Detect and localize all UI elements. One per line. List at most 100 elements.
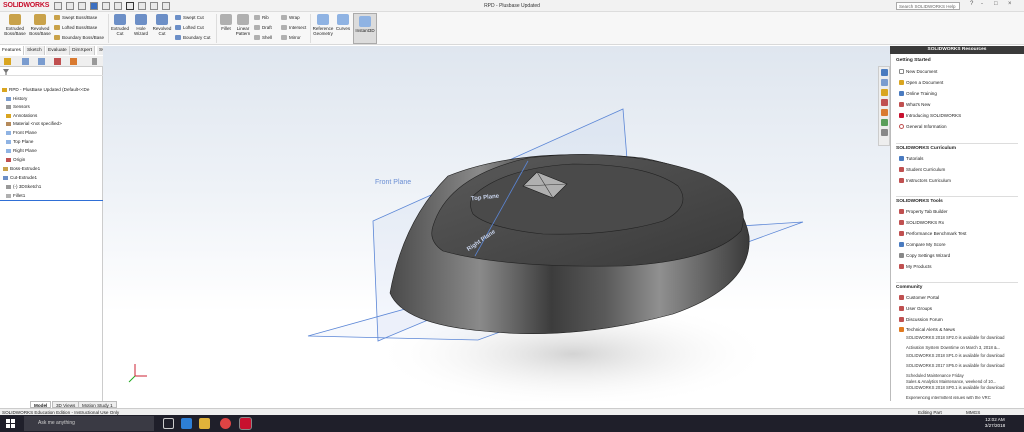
hole-wizard-button[interactable]: Hole Wizard — [131, 14, 151, 36]
link-user-groups[interactable]: User Groups — [899, 306, 932, 312]
news-item[interactable]: Activation System Downtime on March 3, 2… — [906, 345, 1014, 351]
mirror-button[interactable]: Mirror — [281, 35, 301, 41]
expand-arrow-icon[interactable] — [92, 58, 97, 65]
tab-sketch[interactable]: Sketch — [25, 46, 45, 55]
tab-3d-views[interactable]: 3D Views — [52, 401, 80, 408]
link-discussion-forum[interactable]: Discussion Forum — [899, 317, 943, 323]
shell-button[interactable]: Shell — [254, 35, 272, 41]
view-palette-icon[interactable] — [881, 99, 888, 106]
instant3d-button[interactable]: Instant3D — [353, 13, 377, 44]
tree-item-history[interactable]: History — [6, 96, 27, 101]
cortana-search-input[interactable]: Ask me anything — [24, 416, 154, 431]
tree-item-annotations[interactable]: Annotations — [6, 113, 37, 118]
news-item[interactable]: SOLIDWORKS 2017 SP5.0 is available for d… — [906, 363, 1014, 369]
minimize-button[interactable]: - — [981, 1, 983, 7]
tree-item-material[interactable]: Material <not specified> — [6, 121, 62, 126]
extruded-cut-button[interactable]: Extruded Cut — [110, 14, 130, 36]
chrome-icon[interactable] — [220, 418, 231, 429]
tree-item-3dsketch1[interactable]: (-) 3DSketch1 — [6, 184, 41, 189]
swept-boss-button[interactable]: Swept Boss/Base — [54, 15, 97, 21]
forum-icon[interactable] — [881, 129, 888, 136]
tree-item-fillet1[interactable]: Fillet1 — [6, 193, 25, 198]
reference-geometry-button[interactable]: Reference Geometry — [312, 14, 334, 36]
link-online-training[interactable]: Online Training — [899, 91, 937, 97]
tree-item-cut-extrude1[interactable]: Cut-Extrude1 — [3, 175, 37, 180]
rib-button[interactable]: Rib — [254, 15, 269, 21]
wrap-button[interactable]: Wrap — [281, 15, 300, 21]
news-item[interactable]: SOLIDWORKS 2018 SP2.0 is available for d… — [906, 335, 1014, 341]
revolved-boss-button[interactable]: Revolved Boss/Base — [28, 14, 52, 36]
link-technical-alerts[interactable]: Technical Alerts & News — [899, 327, 955, 333]
feature-tree-icon[interactable] — [4, 58, 11, 65]
tree-item-origin[interactable]: Origin — [6, 157, 25, 162]
tab-features[interactable]: Features — [0, 46, 24, 55]
property-manager-icon[interactable] — [22, 58, 29, 65]
system-clock[interactable]: 12:02 AM 3/27/2018 — [975, 417, 1015, 429]
boundary-cut-button[interactable]: Boundary Cut — [175, 35, 211, 41]
link-instructors-curriculum[interactable]: Instructors Curriculum — [899, 178, 951, 184]
revolved-cut-button[interactable]: Revolved Cut — [151, 14, 173, 36]
dimxpert-manager-icon[interactable] — [54, 58, 61, 65]
link-whats-new[interactable]: What's New — [899, 102, 930, 108]
tab-evaluate[interactable]: Evaluate — [46, 46, 70, 55]
configuration-manager-icon[interactable] — [38, 58, 45, 65]
lofted-boss-button[interactable]: Lofted Boss/Base — [54, 25, 97, 31]
link-solidworks-rx[interactable]: SOLIDWORKS Rx — [899, 220, 944, 226]
news-item[interactable]: Experiencing intermittent issues with th… — [906, 396, 1014, 401]
file-explorer-icon[interactable] — [881, 89, 888, 96]
filter-icon[interactable] — [3, 69, 9, 75]
home-icon[interactable] — [881, 69, 888, 76]
maximize-button[interactable]: □ — [994, 1, 998, 7]
link-new-document[interactable]: New Document — [899, 69, 937, 75]
swept-cut-button[interactable]: Swept Cut — [175, 15, 204, 21]
tree-item-front-plane[interactable]: Front Plane — [6, 130, 37, 135]
help-search-input[interactable]: Search SOLIDWORKS Help — [896, 2, 960, 10]
windows-start-icon[interactable] — [6, 419, 15, 428]
tab-motion-study[interactable]: Motion Study 1 — [78, 401, 117, 408]
tree-root[interactable]: RPD - PlusBase Updated (Default<<De — [2, 87, 89, 92]
help-icon[interactable]: ? — [970, 1, 973, 7]
revolved-boss-label: Revolved Boss/Base — [29, 26, 51, 36]
fillet-button[interactable]: Fillet — [218, 14, 234, 31]
linear-pattern-button[interactable]: Linear Pattern — [234, 14, 252, 36]
custom-properties-icon[interactable] — [881, 119, 888, 126]
rollback-bar[interactable] — [0, 200, 103, 201]
link-property-tab-builder[interactable]: Property Tab Builder — [899, 209, 948, 215]
close-button[interactable]: × — [1008, 1, 1012, 7]
tree-item-boss-extrude1[interactable]: Boss-Extrude1 — [3, 166, 40, 171]
link-open-document[interactable]: Open a Document — [899, 80, 943, 86]
tree-item-top-plane[interactable]: Top Plane — [6, 139, 33, 144]
intersect-button[interactable]: Intersect — [281, 25, 306, 31]
tab-model[interactable]: Model — [30, 401, 52, 408]
display-manager-icon[interactable] — [70, 58, 77, 65]
property-tab-icon — [899, 209, 904, 215]
design-library-icon[interactable] — [881, 79, 888, 86]
news-item[interactable]: SOLIDWORKS 2018 SP0.1 is available for d… — [906, 385, 1014, 391]
link-copy-settings[interactable]: Copy Settings Wizard — [899, 253, 950, 259]
tab-dimxpert[interactable]: DimXpert — [70, 46, 95, 55]
appearances-icon[interactable] — [881, 109, 888, 116]
news-item[interactable]: SOLIDWORKS 2018 SP1.0 is available for d… — [906, 353, 1014, 359]
draft-button[interactable]: Draft — [254, 25, 272, 31]
extruded-boss-button[interactable]: Extruded Boss/Base — [2, 14, 28, 36]
lofted-cut-button[interactable]: Lofted Cut — [175, 25, 204, 31]
filter-bar[interactable] — [0, 68, 103, 76]
link-my-products[interactable]: My Products — [899, 264, 932, 270]
tree-item-sensors[interactable]: Sensors — [6, 104, 30, 109]
boundary-boss-button[interactable]: Boundary Boss/Base — [54, 35, 104, 41]
link-general-information[interactable]: General Information — [899, 124, 947, 130]
tree-item-right-plane[interactable]: Right Plane — [6, 148, 37, 153]
task-view-icon[interactable] — [163, 418, 174, 429]
link-benchmark-test[interactable]: Performance Benchmark Test — [899, 231, 966, 237]
link-introducing[interactable]: Introducing SOLIDWORKS — [899, 113, 961, 119]
file-explorer-taskbar-icon[interactable] — [199, 418, 210, 429]
link-tutorials[interactable]: Tutorials — [899, 156, 923, 162]
solidworks-taskbar-icon[interactable] — [239, 417, 252, 430]
graphics-viewport[interactable]: Front Plane Top Plane Right Plane — [103, 46, 890, 401]
link-compare-score[interactable]: Compare My Score — [899, 242, 946, 248]
extrude-feature-icon — [3, 166, 8, 171]
link-customer-portal[interactable]: Customer Portal — [899, 295, 939, 301]
curves-button[interactable]: Curves — [335, 14, 351, 31]
link-student-curriculum[interactable]: Student Curriculum — [899, 167, 945, 173]
edge-icon[interactable] — [181, 418, 192, 429]
